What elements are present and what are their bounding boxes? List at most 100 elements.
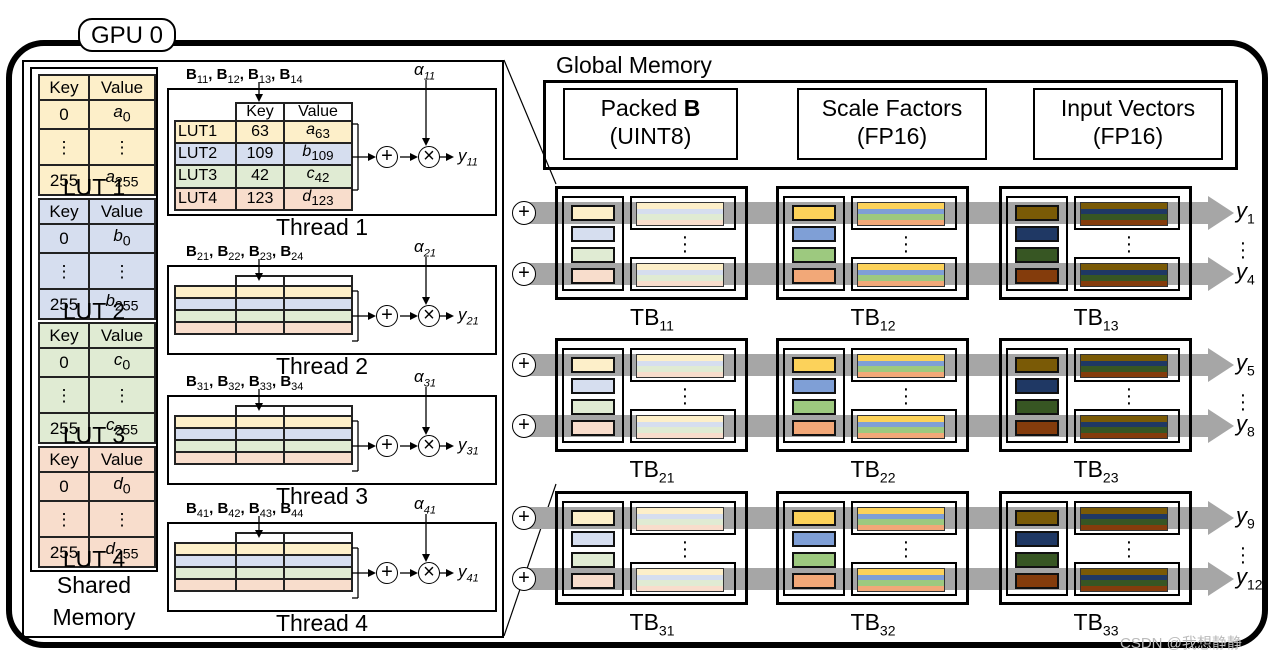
plus-circle-icon: + (512, 567, 536, 591)
stripe-segment (1081, 432, 1167, 438)
lut-swatch (1015, 399, 1059, 415)
subscript: 31 (658, 622, 675, 639)
output-label: y5 (1236, 350, 1255, 378)
plus-circle-icon: + (512, 353, 536, 377)
subscript: 5 (1247, 362, 1255, 379)
vertical-ellipsis: · · · (1239, 384, 1247, 420)
subscript: 9 (1247, 515, 1255, 532)
stripe-segment (1081, 219, 1167, 225)
packed-data-stripe (1080, 415, 1168, 439)
lut-swatch (571, 268, 615, 284)
thread-block-label: TB23 (1036, 456, 1156, 486)
stripe-segment (858, 280, 944, 286)
packed-data-stripe (857, 507, 945, 531)
watermark: CSDN @我想静静 (1120, 635, 1242, 652)
packed-data-stripe (636, 354, 724, 378)
lut-swatch (1015, 552, 1059, 568)
tb-prefix: TB (850, 456, 880, 482)
packed-data-stripe (636, 202, 724, 226)
packed-data-stripe (636, 415, 724, 439)
lut-swatch (571, 573, 615, 589)
lut-swatch (792, 357, 836, 373)
lut-swatch (1015, 247, 1059, 263)
lut-swatch (792, 378, 836, 394)
lut-swatch (792, 573, 836, 589)
vertical-ellipsis: · · · (902, 531, 910, 567)
stripe-segment (637, 432, 723, 438)
plus-circle-icon: + (512, 506, 536, 530)
plus-circle-icon: + (512, 201, 536, 225)
tb-prefix: TB (850, 609, 880, 635)
subscript: 11 (659, 317, 674, 334)
vertical-ellipsis: · · · (1239, 232, 1247, 268)
vertical-ellipsis: · · · (902, 226, 910, 262)
symbol: y (1236, 503, 1247, 528)
packed-data-stripe (857, 263, 945, 287)
lut-swatch (792, 420, 836, 436)
lut-swatch (1015, 573, 1059, 589)
lut-swatch (1015, 420, 1059, 436)
stripe-segment (858, 524, 944, 530)
flow-arrow-icon (1208, 409, 1234, 443)
lut-swatch (571, 357, 615, 373)
symbol: y (1236, 198, 1247, 223)
stripe-segment (858, 371, 944, 377)
lut-swatch (1015, 226, 1059, 242)
zoom-line-top (503, 59, 557, 185)
flow-arrow-icon (1208, 257, 1234, 291)
stripe-segment (1081, 280, 1167, 286)
lut-swatch (792, 552, 836, 568)
packed-data-stripe (636, 568, 724, 592)
packed-data-stripe (636, 263, 724, 287)
vertical-ellipsis: · · · (1125, 378, 1133, 414)
vertical-ellipsis: · · · (681, 531, 689, 567)
lut-swatch (1015, 378, 1059, 394)
packed-data-stripe (857, 202, 945, 226)
thread-block-label: TB31 (592, 609, 712, 639)
vertical-ellipsis: · · · (681, 378, 689, 414)
subscript: 1 (1247, 210, 1255, 227)
lut-swatch (571, 552, 615, 568)
tb-prefix: TB (1073, 456, 1103, 482)
lut-swatch (571, 205, 615, 221)
lut-swatch (1015, 205, 1059, 221)
thread-block-label: TB32 (813, 609, 933, 639)
stripe-segment (858, 432, 944, 438)
stripe-segment (637, 219, 723, 225)
packed-data-stripe (857, 568, 945, 592)
plus-circle-icon: + (512, 262, 536, 286)
lut-swatch (571, 247, 615, 263)
flow-arrow-icon (1208, 562, 1234, 596)
stripe-segment (637, 280, 723, 286)
tb-prefix: TB (850, 304, 880, 330)
packed-data-stripe (1080, 354, 1168, 378)
subscript: 12 (1247, 576, 1263, 593)
lut-swatch (571, 226, 615, 242)
lut-swatch (792, 399, 836, 415)
flow-arrow-icon (1208, 196, 1234, 230)
vertical-ellipsis: · · · (1125, 226, 1133, 262)
packed-data-stripe (857, 415, 945, 439)
subscript: 12 (879, 317, 896, 334)
stripe-segment (637, 371, 723, 377)
lut-swatch (1015, 510, 1059, 526)
stripe-segment (1081, 371, 1167, 377)
packed-data-stripe (1080, 507, 1168, 531)
packed-data-stripe (1080, 263, 1168, 287)
lut-swatch (792, 268, 836, 284)
lut-swatch (1015, 531, 1059, 547)
flow-arrow-icon (1208, 348, 1234, 382)
stripe-segment (1081, 585, 1167, 591)
stripe-segment (637, 585, 723, 591)
lut-swatch (792, 205, 836, 221)
stripe-segment (637, 524, 723, 530)
stripe-segment (1081, 524, 1167, 530)
subscript: 4 (1247, 271, 1255, 288)
vertical-ellipsis: · · · (1125, 531, 1133, 567)
lut-swatch (792, 531, 836, 547)
tb-prefix: TB (630, 304, 660, 330)
thread-block-label: TB21 (592, 456, 712, 486)
stripe-segment (858, 219, 944, 225)
flow-arrow-icon (1208, 501, 1234, 535)
lut-swatch (571, 378, 615, 394)
